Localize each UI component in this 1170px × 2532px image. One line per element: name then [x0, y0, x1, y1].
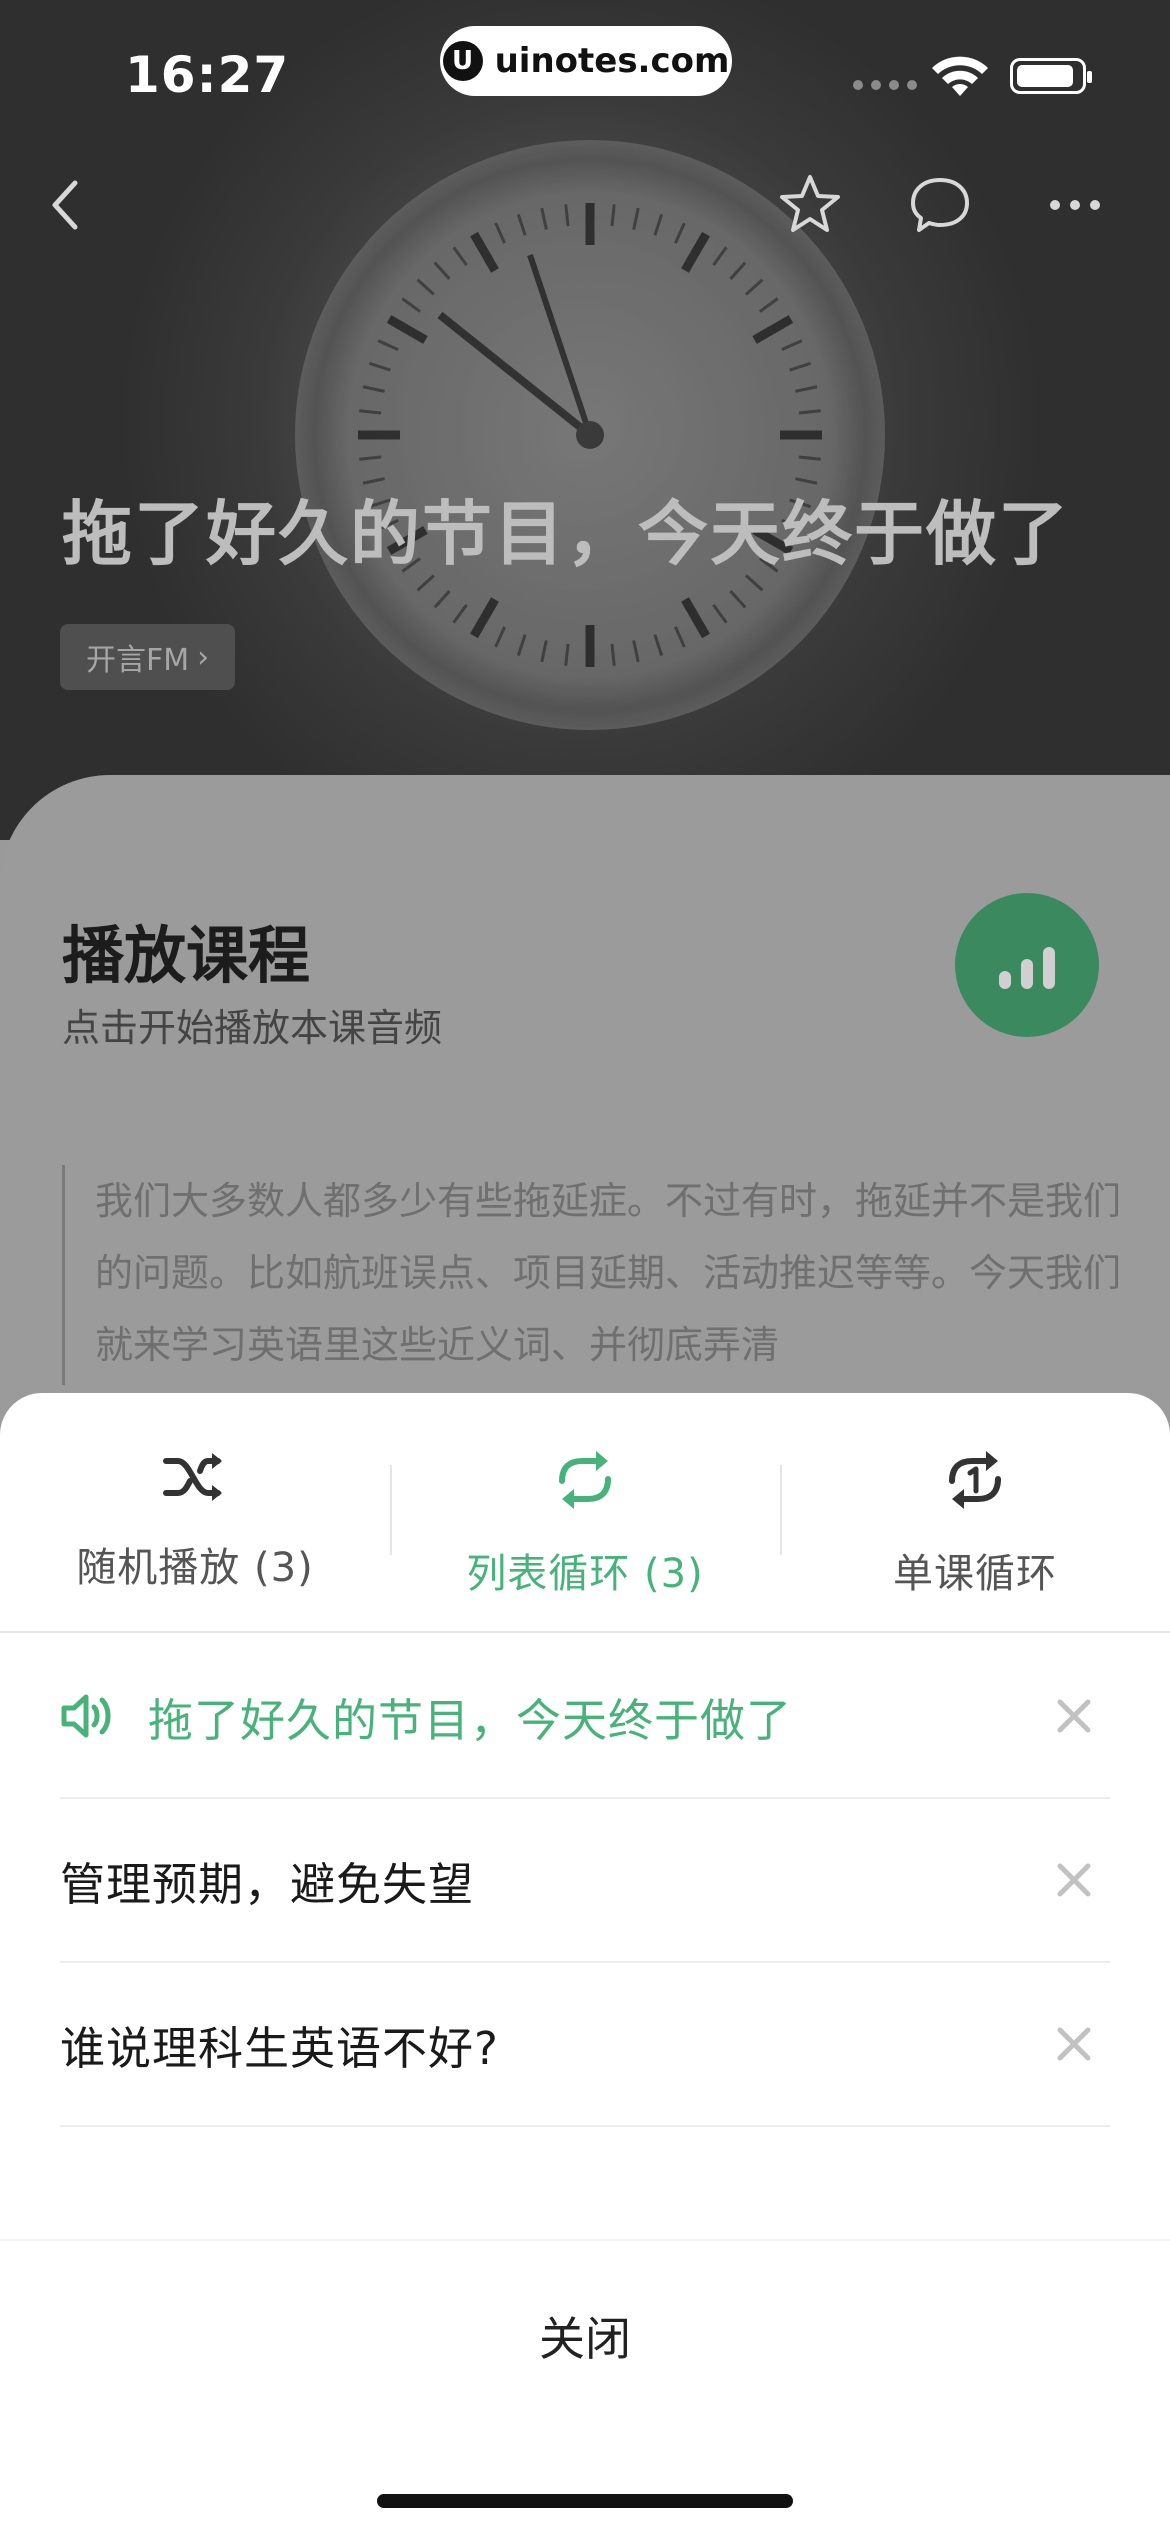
url-pill[interactable]: U uinotes.com — [440, 26, 732, 96]
mode-divider — [780, 1465, 782, 1555]
more-icon[interactable] — [1040, 170, 1110, 240]
signal-icon — [853, 80, 917, 90]
playlist: 拖了好久的节目，今天终于做了 管理预期，避免失望 谁说理科生英语不好? — [60, 1635, 1110, 2127]
battery-icon — [1010, 58, 1092, 94]
url-text: uinotes.com — [494, 41, 730, 81]
mode-list-repeat-label: 列表循环 (3) — [466, 1551, 704, 1597]
playlist-item[interactable]: 谁说理科生英语不好? — [60, 1963, 1110, 2127]
star-icon[interactable] — [775, 170, 845, 240]
repeat-icon — [559, 1451, 611, 1509]
mode-single-repeat[interactable]: 单课循环 — [780, 1393, 1170, 1633]
playlist-item-title: 谁说理科生英语不好? — [60, 2021, 499, 2075]
play-audio-button[interactable] — [955, 893, 1099, 1037]
playlist-item[interactable]: 管理预期，避免失望 — [60, 1799, 1110, 1963]
playlist-item[interactable]: 拖了好久的节目，今天终于做了 — [60, 1635, 1110, 1799]
close-sheet-button[interactable]: 关闭 — [0, 2241, 1170, 2431]
repeat-one-icon — [949, 1451, 1001, 1509]
mode-divider — [390, 1465, 392, 1555]
mode-list-repeat[interactable]: 列表循环 (3) — [390, 1393, 780, 1633]
divider — [0, 1631, 1170, 1633]
section-title: 播放课程 — [62, 919, 311, 992]
mode-single-repeat-label: 单课循环 — [893, 1551, 1057, 1597]
speaker-playing-icon — [61, 1694, 111, 1738]
wifi-icon — [932, 56, 988, 96]
channel-link[interactable]: 开言FM › — [60, 624, 236, 690]
play-mode-bar: 随机播放 (3) 列表循环 (3) 单课循环 — [0, 1393, 1170, 1633]
close-icon[interactable] — [1048, 2018, 1100, 2070]
course-intro: 我们大多数人都多少有些拖延症。不过有时，拖延并不是我们的问题。比如航班误点、项目… — [62, 1165, 1135, 1385]
mode-shuffle[interactable]: 随机播放 (3) — [0, 1393, 390, 1633]
mode-shuffle-label: 随机播放 (3) — [76, 1545, 314, 1591]
channel-name: 开言FM — [86, 643, 190, 678]
shuffle-icon — [163, 1453, 222, 1501]
close-icon[interactable] — [1048, 1854, 1100, 1906]
close-icon[interactable] — [1048, 1690, 1100, 1742]
playlist-item-title: 拖了好久的节目，今天终于做了 — [148, 1693, 793, 1747]
status-bar: 16:27 U uinotes.com — [0, 0, 1170, 150]
home-indicator[interactable] — [377, 2494, 793, 2508]
hero-cover: 16:27 U uinotes.com 拖了好久的节目，今天终于做了 开言FM … — [0, 0, 1170, 840]
uinotes-logo-icon: U — [442, 41, 483, 81]
chevron-right-icon: › — [197, 639, 210, 675]
back-icon[interactable] — [30, 170, 100, 240]
section-subtitle: 点击开始播放本课音频 — [62, 1006, 443, 1050]
comment-icon[interactable] — [905, 170, 975, 240]
playlist-item-title: 管理预期，避免失望 — [60, 1857, 475, 1911]
status-time: 16:27 — [125, 46, 290, 104]
playlist-sheet: 随机播放 (3) 列表循环 (3) 单课循环 拖了好久的节目，今天终于做了 管理… — [0, 1393, 1170, 2532]
episode-title: 拖了好久的节目，今天终于做了 — [62, 493, 1070, 575]
